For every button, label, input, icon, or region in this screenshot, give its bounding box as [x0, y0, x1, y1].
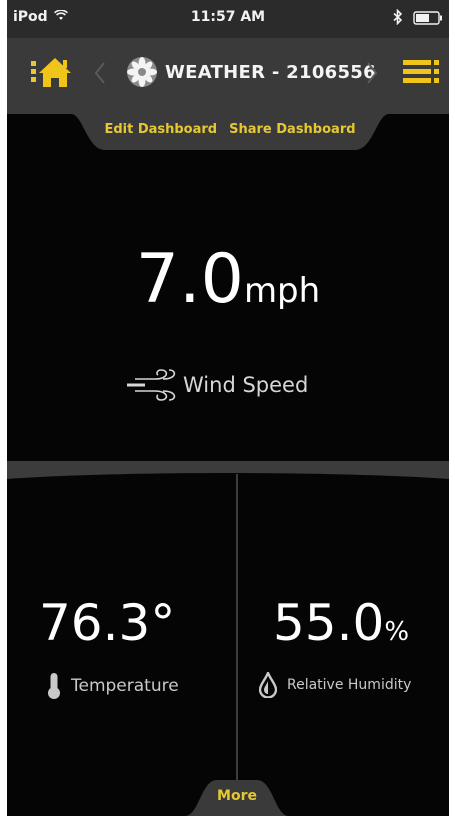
- temperature-caption: Temperature: [47, 672, 179, 700]
- edit-dashboard-button[interactable]: Edit Dashboard: [104, 122, 217, 137]
- next-device-button[interactable]: [365, 60, 379, 86]
- share-dashboard-button[interactable]: Share Dashboard: [229, 122, 355, 137]
- vertical-divider: [236, 474, 238, 816]
- tile-divider: [7, 461, 449, 481]
- temperature-value: 76.3°: [39, 594, 176, 652]
- humidity-unit: %: [384, 617, 410, 647]
- temperature-tile[interactable]: 76.3°: [39, 594, 175, 652]
- device-title-text: WEATHER - 2106556: [165, 61, 376, 83]
- status-bar: iPod 11:57 AM: [7, 0, 449, 38]
- wind-speed-value: 7.0: [135, 240, 244, 319]
- wind-speed-tile[interactable]: 7.0mph: [7, 240, 449, 319]
- chevron-right-icon: [367, 62, 378, 84]
- dashboard-actions: Edit Dashboard Share Dashboard: [71, 122, 389, 137]
- wind-speed-unit: mph: [243, 271, 321, 311]
- bluetooth-icon: [393, 8, 403, 29]
- home-icon: [31, 58, 71, 87]
- thermometer-icon: [48, 673, 60, 699]
- humidity-value: 55.0: [273, 594, 385, 652]
- droplet-icon: [259, 672, 277, 698]
- status-time: 11:57 AM: [190, 9, 266, 25]
- home-button[interactable]: [29, 52, 75, 92]
- chevron-left-icon: [94, 62, 105, 84]
- dashboard-actions-tab: Edit Dashboard Share Dashboard: [71, 114, 389, 152]
- menu-icon: [403, 60, 439, 83]
- temperature-label: Temperature: [71, 676, 179, 696]
- more-label: More: [217, 788, 257, 804]
- wind-speed-label: Wind Speed: [183, 373, 309, 397]
- previous-device-button[interactable]: [93, 60, 107, 86]
- status-indicators: [393, 8, 443, 29]
- battery-icon: [413, 10, 443, 29]
- nav-bar: WEATHER - 2106556: [7, 38, 449, 114]
- humidity-caption: Relative Humidity: [259, 672, 411, 698]
- humidity-label: Relative Humidity: [287, 677, 412, 693]
- humidity-tile[interactable]: 55.0%: [273, 594, 409, 652]
- wind-icon: [127, 369, 176, 401]
- device-title: WEATHER - 2106556: [125, 55, 376, 89]
- phone-screen: iPod 11:57 AM WEATHER - 2106556 Edit Das…: [7, 0, 449, 816]
- fan-icon: [127, 57, 157, 87]
- divider-band-shape: [7, 461, 449, 479]
- wind-speed-caption: Wind Speed: [125, 368, 308, 402]
- menu-button[interactable]: [401, 54, 441, 90]
- more-button[interactable]: More: [185, 776, 289, 816]
